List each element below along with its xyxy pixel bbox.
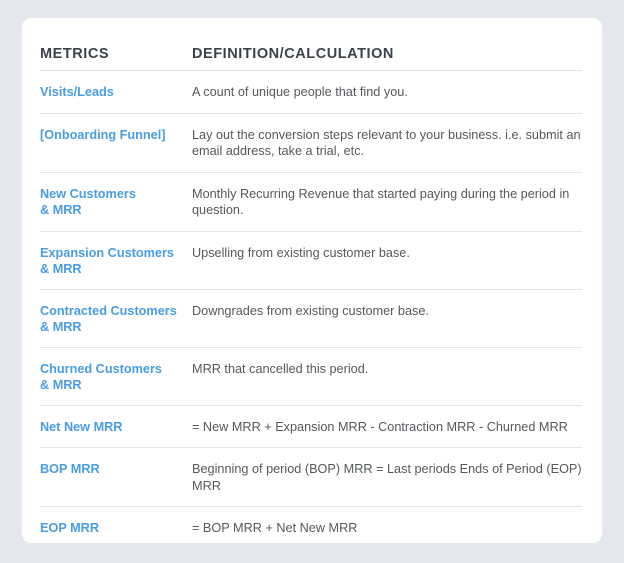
metric-name[interactable]: New Customers & MRR: [40, 186, 192, 218]
table-row: Expansion Customers & MRR Upselling from…: [40, 232, 582, 290]
column-header-metrics: METRICS: [40, 45, 110, 62]
metric-definition: A count of unique people that find you.: [192, 85, 408, 99]
column-header-definition: DEFINITION/CALCULATION: [192, 45, 394, 62]
metric-definition: Upselling from existing customer base.: [192, 245, 410, 260]
metric-name[interactable]: Visits/Leads: [40, 84, 192, 100]
table-row: [Onboarding Funnel] Lay out the conversi…: [40, 114, 582, 173]
table-row: BOP MRR Beginning of period (BOP) MRR = …: [40, 448, 582, 507]
metrics-card: METRICS DEFINITION/CALCULATION Visits/Le…: [22, 18, 602, 543]
metrics-table: METRICS DEFINITION/CALCULATION Visits/Le…: [40, 18, 582, 543]
table-row: EOP MRR = BOP MRR + Net New MRR: [40, 507, 582, 543]
metric-name[interactable]: BOP MRR: [40, 461, 192, 477]
metric-name[interactable]: Expansion Customers & MRR: [40, 245, 192, 277]
metric-name[interactable]: Net New MRR: [40, 419, 192, 435]
metric-definition: Lay out the conversion steps relevant to…: [192, 127, 581, 159]
metric-definition: MRR that cancelled this period.: [192, 361, 369, 376]
metric-definition: = BOP MRR + Net New MRR: [192, 521, 358, 535]
metric-definition: = New MRR + Expansion MRR - Contraction …: [192, 419, 568, 434]
table-row: Visits/Leads A count of unique people th…: [40, 71, 582, 114]
metric-definition: Beginning of period (BOP) MRR = Last per…: [192, 462, 582, 493]
metric-definition: Downgrades from existing customer base.: [192, 303, 429, 318]
metric-name[interactable]: Contracted Customers & MRR: [40, 303, 192, 335]
table-row: Churned Customers & MRR MRR that cancell…: [40, 348, 582, 406]
metric-name[interactable]: [Onboarding Funnel]: [40, 127, 192, 143]
metric-name[interactable]: Churned Customers & MRR: [40, 361, 192, 393]
metric-definition: Monthly Recurring Revenue that started p…: [192, 186, 570, 218]
table-header-row: METRICS DEFINITION/CALCULATION: [40, 18, 582, 71]
table-row: New Customers & MRR Monthly Recurring Re…: [40, 173, 582, 232]
table-row: Contracted Customers & MRR Downgrades fr…: [40, 290, 582, 348]
metric-name[interactable]: EOP MRR: [40, 520, 192, 536]
table-row: Net New MRR = New MRR + Expansion MRR - …: [40, 406, 582, 448]
